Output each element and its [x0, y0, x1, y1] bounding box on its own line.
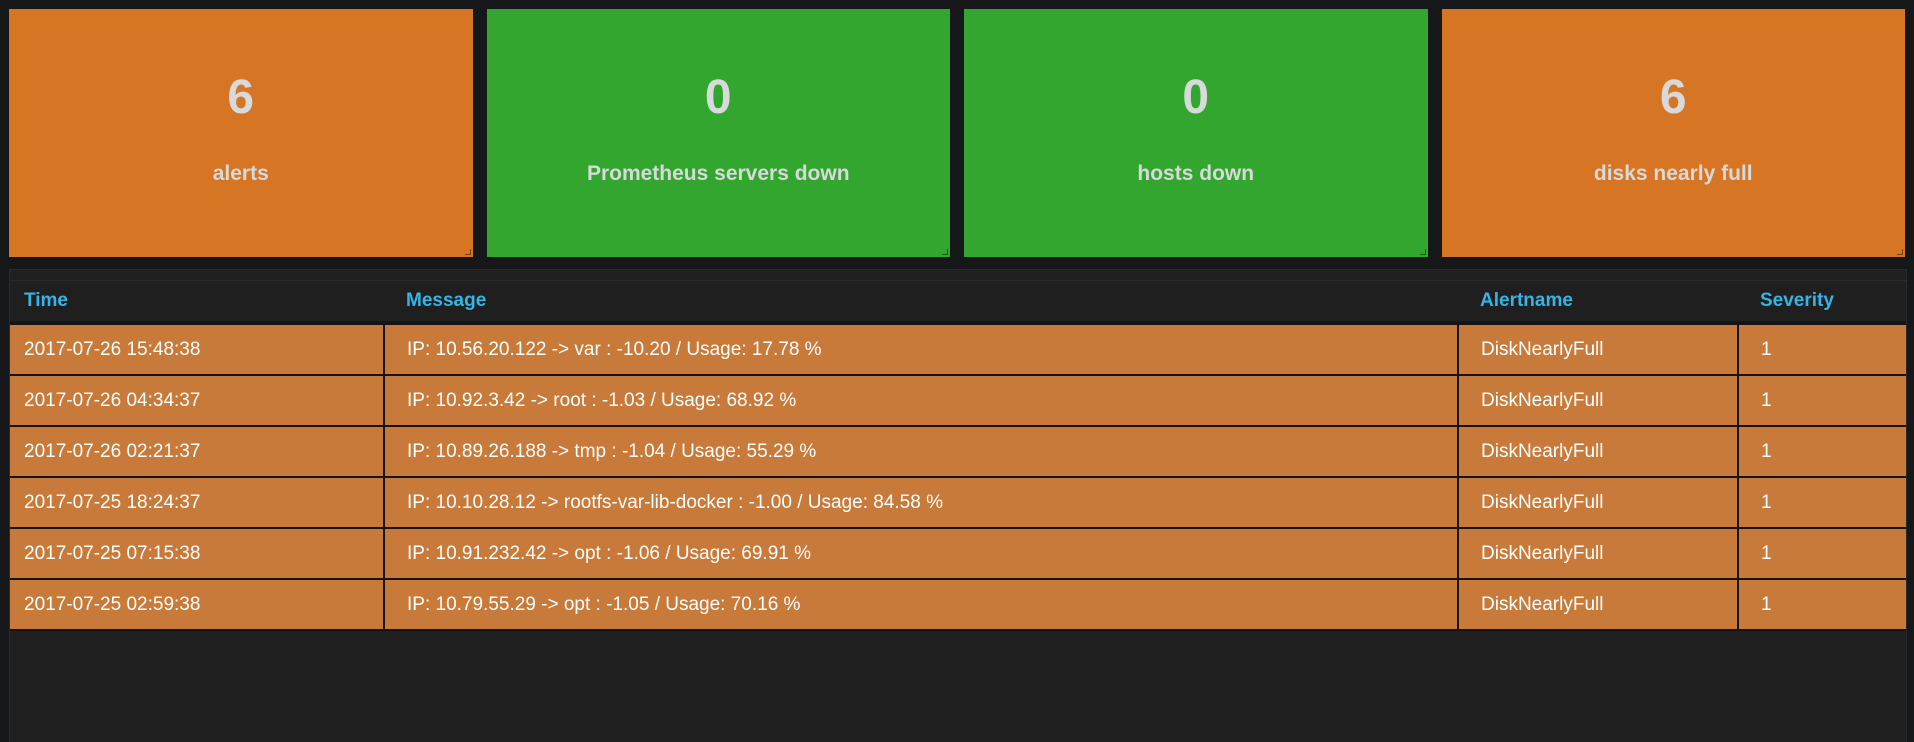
stat-label: alerts	[212, 162, 269, 185]
stat-panel-disks-nearly-full[interactable]: 6 disks nearly full	[1441, 9, 1905, 257]
cell-message: IP: 10.91.232.42 -> opt : -1.06 / Usage:…	[383, 528, 1458, 580]
table-row: 2017-07-25 07:15:38 IP: 10.91.232.42 -> …	[10, 528, 1906, 580]
cell-severity: 1	[1737, 528, 1906, 580]
panel-header-bar[interactable]	[10, 270, 1906, 281]
stat-label: disks nearly full	[1593, 162, 1753, 185]
table-row: 2017-07-26 02:21:37 IP: 10.89.26.188 -> …	[10, 426, 1906, 478]
resize-handle-icon[interactable]	[1897, 249, 1903, 255]
resize-handle-icon[interactable]	[1419, 249, 1426, 255]
cell-severity: 1	[1737, 426, 1906, 478]
cell-severity: 1	[1737, 579, 1906, 631]
cell-time: 2017-07-25 18:24:37	[10, 477, 384, 529]
stat-panel-prometheus-servers-down[interactable]: 0 Prometheus servers down	[486, 9, 950, 257]
stat-panel-hosts-down[interactable]: 0 hosts down	[964, 9, 1428, 257]
stat-value: 0	[1182, 71, 1210, 124]
cell-time: 2017-07-25 02:59:38	[10, 579, 384, 631]
stat-panel-alerts[interactable]: 6 alerts	[9, 9, 473, 257]
alerts-table: Time Message Alertname Severity 2017-07-…	[10, 281, 1906, 631]
cell-severity: 1	[1737, 323, 1906, 376]
table-row: 2017-07-25 18:24:37 IP: 10.10.28.12 -> r…	[10, 477, 1906, 529]
cell-alertname: DiskNearlyFull	[1457, 528, 1738, 580]
column-header-message[interactable]: Message	[384, 281, 1458, 325]
cell-message: IP: 10.79.55.29 -> opt : -1.05 / Usage: …	[383, 579, 1458, 631]
stat-value: 6	[1659, 71, 1687, 124]
cell-severity: 1	[1737, 477, 1906, 529]
cell-alertname: DiskNearlyFull	[1457, 477, 1738, 529]
stat-label: hosts down	[1137, 162, 1255, 185]
alerts-table-panel: Time Message Alertname Severity 2017-07-…	[9, 269, 1907, 742]
cell-message: IP: 10.89.26.188 -> tmp : -1.04 / Usage:…	[383, 426, 1458, 478]
table-row: 2017-07-26 04:34:37 IP: 10.92.3.42 -> ro…	[10, 375, 1906, 427]
singlestat-row: 6 alerts 0 Prometheus servers down 0 hos…	[9, 9, 1905, 257]
cell-message: IP: 10.56.20.122 -> var : -10.20 / Usage…	[383, 323, 1458, 376]
cell-message: IP: 10.10.28.12 -> rootfs-var-lib-docker…	[383, 477, 1458, 529]
column-header-alertname[interactable]: Alertname	[1458, 281, 1738, 325]
resize-handle-icon[interactable]	[464, 249, 471, 255]
cell-alertname: DiskNearlyFull	[1457, 323, 1738, 376]
table-row: 2017-07-26 15:48:38 IP: 10.56.20.122 -> …	[10, 323, 1906, 376]
cell-message: IP: 10.92.3.42 -> root : -1.03 / Usage: …	[383, 375, 1458, 427]
cell-time: 2017-07-26 02:21:37	[10, 426, 384, 478]
cell-severity: 1	[1737, 375, 1906, 427]
column-header-time[interactable]: Time	[10, 281, 384, 325]
cell-time: 2017-07-25 07:15:38	[10, 528, 384, 580]
stat-value: 6	[227, 71, 255, 124]
resize-handle-icon[interactable]	[942, 249, 948, 255]
cell-alertname: DiskNearlyFull	[1457, 579, 1738, 631]
cell-alertname: DiskNearlyFull	[1457, 426, 1738, 478]
cell-alertname: DiskNearlyFull	[1457, 375, 1738, 427]
stat-value: 0	[704, 71, 732, 124]
stat-label: Prometheus servers down	[586, 162, 850, 185]
dashboard: 6 alerts 0 Prometheus servers down 0 hos…	[0, 0, 1914, 742]
table-header-row: Time Message Alertname Severity	[10, 281, 1906, 325]
cell-time: 2017-07-26 04:34:37	[10, 375, 384, 427]
cell-time: 2017-07-26 15:48:38	[10, 323, 384, 376]
table-row: 2017-07-25 02:59:38 IP: 10.79.55.29 -> o…	[10, 579, 1906, 631]
column-header-severity[interactable]: Severity	[1738, 281, 1906, 325]
